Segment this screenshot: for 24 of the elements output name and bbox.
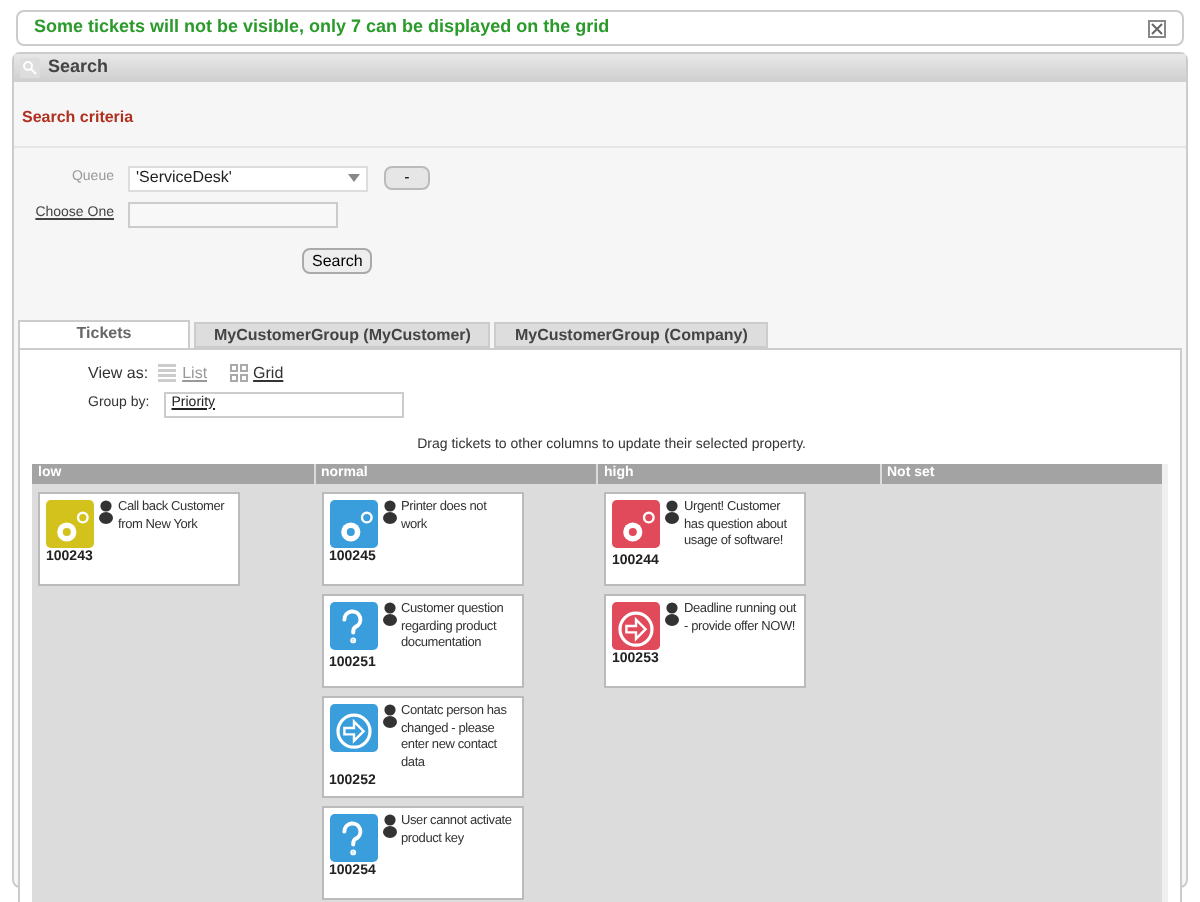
caret-icon xyxy=(348,174,360,182)
panel-title: Search xyxy=(48,54,109,80)
person-icon xyxy=(664,500,680,524)
person-icon xyxy=(381,602,397,626)
choose-one-field[interactable] xyxy=(128,201,338,227)
remove-button[interactable]: - xyxy=(384,166,430,190)
view-as-label: View as: xyxy=(88,361,149,385)
tab[interactable]: MyCustomerGroup (MyCustomer) xyxy=(194,321,491,347)
section-title: Search criteria xyxy=(22,107,134,125)
search-icon xyxy=(20,57,40,78)
view-option-link[interactable]: Grid xyxy=(253,361,284,385)
person-icon xyxy=(381,500,397,524)
close-icon[interactable] xyxy=(1148,19,1166,37)
grid-icon xyxy=(229,364,248,382)
person-icon xyxy=(98,500,114,524)
queue-select[interactable]: 'ServiceDesk' xyxy=(128,165,368,191)
notice-text: Some tickets will not be visible, only 7 can be displayed on the grid xyxy=(34,14,610,41)
person-icon xyxy=(664,602,680,626)
search-button[interactable]: Search xyxy=(302,248,373,274)
person-icon xyxy=(381,704,397,728)
tab[interactable]: MyCustomerGroup (Company) xyxy=(494,321,768,347)
list-icon xyxy=(158,364,177,382)
person-icon xyxy=(381,814,397,838)
tab[interactable]: Tickets xyxy=(18,319,190,347)
